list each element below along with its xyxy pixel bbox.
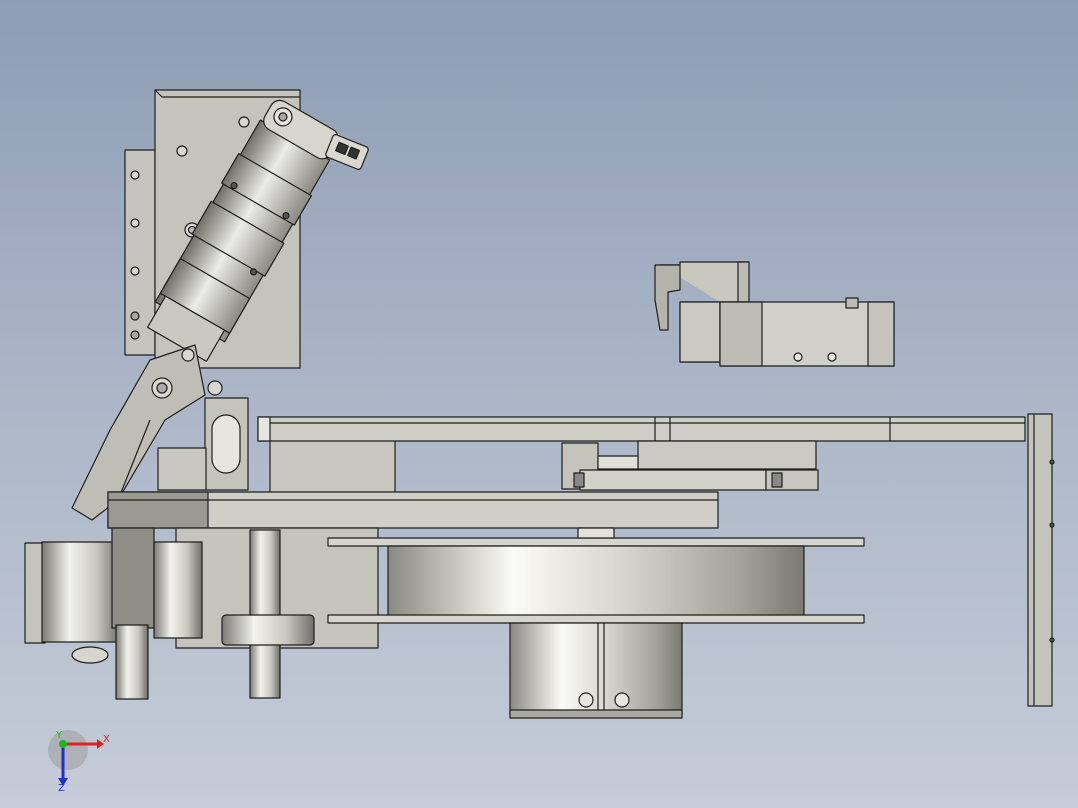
sensor-connector <box>325 134 369 170</box>
slide-cylinder <box>561 440 819 491</box>
right-post <box>1027 413 1055 707</box>
solenoid-valve <box>654 261 895 367</box>
bracket-block <box>157 447 207 491</box>
mount-block <box>269 437 396 495</box>
triad-z-label: Z <box>58 783 65 794</box>
drum-pulley <box>327 527 865 624</box>
motor-hub <box>509 622 683 719</box>
triad-y-label: Y <box>55 730 63 741</box>
triad-x-label: X <box>103 734 110 745</box>
cad-viewport[interactable]: X Y Z <box>0 0 1078 808</box>
coordinate-triad: X Y Z <box>48 730 110 794</box>
top-rail <box>257 416 1026 442</box>
left-roller <box>24 527 203 700</box>
base-plate <box>107 491 719 529</box>
model-render: X Y Z <box>24 89 1055 794</box>
y-axis-marker <box>59 740 67 748</box>
